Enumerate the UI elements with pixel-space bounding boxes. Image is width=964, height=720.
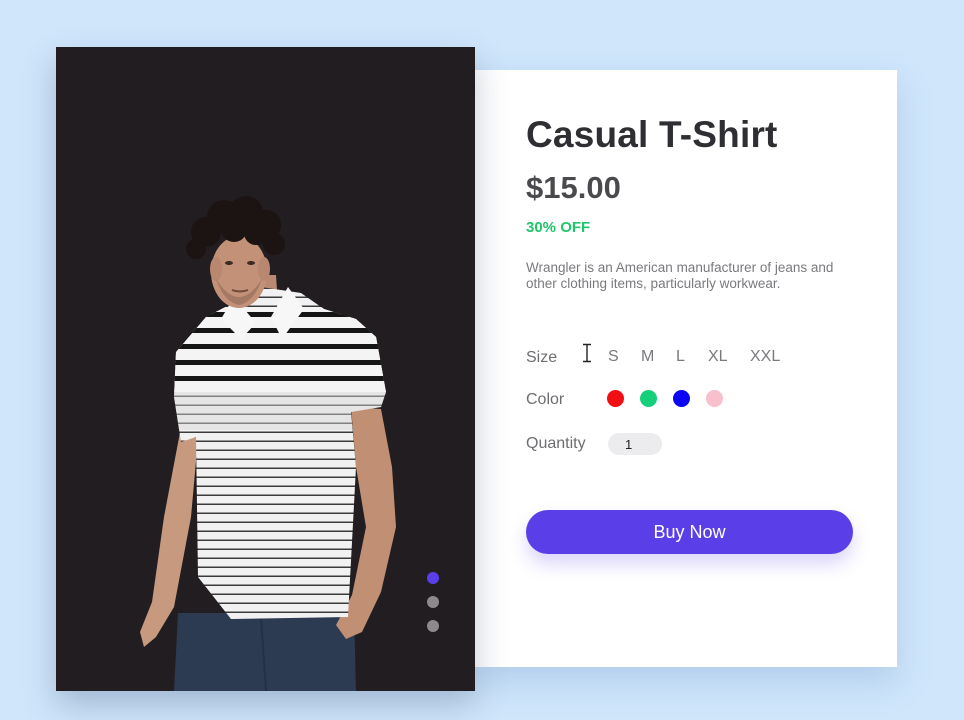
color-label: Color [526,391,565,408]
product-price: $15.00 [526,170,621,205]
text-cursor-icon [583,343,591,363]
size-option-xl[interactable]: XL [708,348,728,366]
product-description: Wrangler is an American manufacturer of … [526,260,834,291]
color-swatch-green[interactable] [640,390,657,407]
size-option-xxl[interactable]: XXL [750,348,780,366]
size-option-s[interactable]: S [608,348,619,366]
product-title: Casual T-Shirt [526,114,778,155]
carousel-dot-2[interactable] [427,596,439,608]
color-swatch-blue[interactable] [673,390,690,407]
product-details-card: Casual T-Shirt $15.00 30% OFF Wrangler i… [474,70,897,667]
quantity-label: Quantity [526,435,586,452]
product-image [56,47,475,691]
carousel-dot-3[interactable] [427,620,439,632]
size-option-m[interactable]: M [641,348,654,366]
product-page: Casual T-Shirt $15.00 30% OFF Wrangler i… [0,0,964,720]
quantity-input[interactable] [608,433,662,455]
color-swatch-pink[interactable] [706,390,723,407]
buy-now-button[interactable]: Buy Now [526,510,853,554]
size-option-l[interactable]: L [676,348,685,366]
discount-badge: 30% OFF [526,219,591,236]
carousel-dot-1[interactable] [427,572,439,584]
color-swatch-red[interactable] [607,390,624,407]
size-label: Size [526,349,558,366]
model-in-striped-shirt-image [140,196,396,691]
